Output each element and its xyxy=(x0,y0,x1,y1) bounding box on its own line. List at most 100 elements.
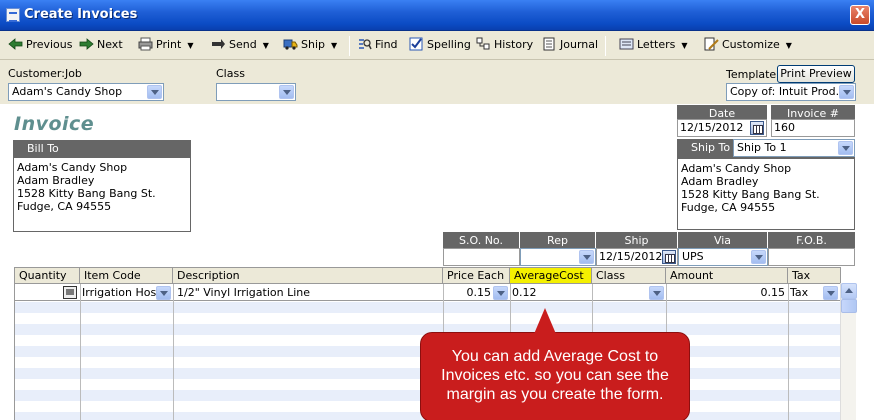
column-header-average-cost[interactable]: AverageCost xyxy=(510,267,592,284)
column-header-description[interactable]: Description xyxy=(173,267,443,284)
spelling-button[interactable]: Spelling xyxy=(409,37,471,55)
price-each-dropdown[interactable] xyxy=(492,285,509,303)
rep-select[interactable] xyxy=(520,248,596,266)
scroll-up-icon[interactable] xyxy=(841,283,857,299)
callout-line-2: Invoices etc. so you can see the xyxy=(441,367,669,384)
bill-to-header: Bill To xyxy=(13,140,191,157)
truck-icon xyxy=(283,39,298,50)
invoice-number-field[interactable]: 160 xyxy=(771,119,855,137)
customer-job-value: Adam's Candy Shop xyxy=(12,85,123,98)
chevron-down-icon[interactable] xyxy=(493,286,508,300)
rep-header: Rep xyxy=(520,232,596,249)
column-header-quantity[interactable]: Quantity xyxy=(15,267,80,284)
average-cost-cell[interactable]: 0.12 xyxy=(512,285,590,302)
letters-button[interactable]: Letters ▼ xyxy=(619,37,688,55)
window-title: Create Invoices xyxy=(24,7,138,22)
price-each-cell[interactable]: 0.15 xyxy=(445,285,492,302)
history-icon xyxy=(476,37,490,50)
callout-line-1: You can add Average Cost to xyxy=(451,348,659,365)
ship-button[interactable]: Ship ▼ xyxy=(283,37,337,55)
print-button[interactable]: Print ▼ xyxy=(138,37,193,55)
chevron-down-icon[interactable] xyxy=(838,141,853,155)
invoice-number-value: 160 xyxy=(774,121,795,134)
send-dropdown-icon[interactable]: ▼ xyxy=(263,38,269,54)
send-icon xyxy=(212,39,225,49)
tax-cell[interactable]: Tax xyxy=(790,285,822,302)
chevron-down-icon[interactable] xyxy=(823,286,838,300)
quantity-cell[interactable] xyxy=(17,285,78,302)
ship-to-line-3: 1528 Kitty Bang Bang St. xyxy=(681,188,820,201)
chevron-down-icon[interactable] xyxy=(147,85,162,99)
ship-date-value: 12/15/2012 xyxy=(599,250,663,263)
journal-button[interactable]: Journal xyxy=(542,37,598,55)
ship-to-select[interactable]: Ship To 1 xyxy=(733,139,855,157)
line-items-scrollbar[interactable] xyxy=(840,283,857,420)
print-dropdown-icon[interactable]: ▼ xyxy=(187,38,193,54)
template-value: Copy of: Intuit Prod... xyxy=(730,85,847,98)
ship-label: Ship xyxy=(301,38,325,51)
column-header-class[interactable]: Class xyxy=(592,267,666,284)
item-detail-icon[interactable] xyxy=(63,286,77,299)
bill-to-box[interactable]: Adam's Candy Shop Adam Bradley 1528 Kitt… xyxy=(13,157,191,232)
scroll-thumb[interactable] xyxy=(841,299,857,313)
chevron-down-icon[interactable] xyxy=(279,85,294,99)
next-button[interactable]: Next xyxy=(79,37,123,55)
column-divider xyxy=(173,284,174,420)
bill-to-line-3: 1528 Kitty Bang Bang St. xyxy=(17,187,156,200)
column-header-price-each[interactable]: Price Each xyxy=(443,267,510,284)
find-label: Find xyxy=(375,38,398,51)
invoice-title: Invoice xyxy=(14,113,95,135)
chevron-down-icon[interactable] xyxy=(579,250,594,264)
chevron-down-icon[interactable] xyxy=(649,286,664,300)
bill-to-line-4: Fudge, CA 94555 xyxy=(17,200,112,213)
customer-job-select[interactable]: Adam's Candy Shop xyxy=(8,83,164,101)
fob-field[interactable] xyxy=(768,248,855,266)
next-icon xyxy=(79,38,94,50)
print-preview-button[interactable]: Print Preview xyxy=(777,65,855,83)
ship-to-line-2: Adam Bradley xyxy=(681,175,759,188)
customize-button[interactable]: Customize ▼ xyxy=(704,37,792,55)
tax-dropdown[interactable] xyxy=(821,285,839,303)
send-button[interactable]: Send ▼ xyxy=(211,37,269,55)
callout-line-3: margin as you create the form. xyxy=(446,386,664,403)
table-row[interactable] xyxy=(15,313,841,324)
column-header-tax[interactable]: Tax xyxy=(788,267,841,284)
title-bar: Create Invoices X xyxy=(0,0,874,31)
ship-dropdown-icon[interactable]: ▼ xyxy=(331,38,337,54)
table-row[interactable] xyxy=(15,302,841,313)
invoice-window-icon xyxy=(6,8,20,22)
via-select[interactable]: UPS xyxy=(678,248,768,266)
tax-value: Tax xyxy=(790,286,809,299)
class-select[interactable] xyxy=(216,83,296,101)
column-header-item-code[interactable]: Item Code xyxy=(80,267,173,284)
calendar-icon[interactable] xyxy=(750,121,764,135)
class-cell[interactable] xyxy=(594,285,649,302)
chevron-down-icon[interactable] xyxy=(156,286,171,300)
description-cell[interactable]: 1/2" Vinyl Irrigation Line xyxy=(177,285,439,302)
previous-button[interactable]: Previous xyxy=(8,37,73,55)
line-class-dropdown[interactable] xyxy=(648,285,665,303)
letters-dropdown-icon[interactable]: ▼ xyxy=(681,38,687,54)
so-number-field[interactable] xyxy=(443,248,520,266)
customer-job-label: Customer:Job xyxy=(8,67,82,80)
callout-text: You can add Average Cost to Invoices etc… xyxy=(420,347,690,404)
item-code-dropdown[interactable] xyxy=(155,285,172,303)
so-number-header: S.O. No. xyxy=(443,232,520,249)
calendar-icon[interactable] xyxy=(662,250,676,264)
close-button[interactable]: X xyxy=(850,5,870,25)
toolbar-separator xyxy=(605,36,606,56)
history-button[interactable]: History xyxy=(476,37,533,55)
column-divider xyxy=(80,284,81,420)
template-select[interactable]: Copy of: Intuit Prod... xyxy=(726,83,856,101)
customize-dropdown-icon[interactable]: ▼ xyxy=(786,38,792,54)
print-label: Print xyxy=(156,38,182,51)
chevron-down-icon[interactable] xyxy=(839,85,854,99)
chevron-down-icon[interactable] xyxy=(751,250,766,264)
bill-to-line-2: Adam Bradley xyxy=(17,174,95,187)
via-header: Via xyxy=(678,232,768,249)
find-button[interactable]: Find xyxy=(357,37,398,55)
amount-cell[interactable]: 0.15 xyxy=(668,285,786,302)
column-header-amount[interactable]: Amount xyxy=(666,267,788,284)
journal-icon xyxy=(543,37,555,51)
ship-to-box[interactable]: Adam's Candy Shop Adam Bradley 1528 Kitt… xyxy=(677,158,855,230)
